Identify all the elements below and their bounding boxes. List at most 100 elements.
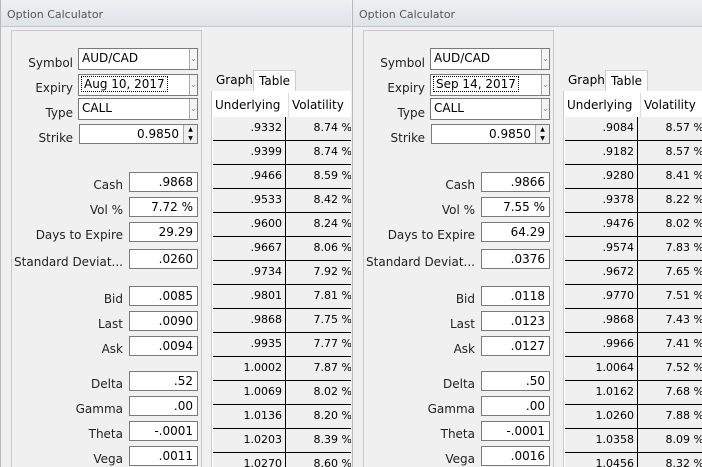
- field-value[interactable]: .00: [129, 396, 198, 416]
- table-row[interactable]: .9574 7.83 %: [565, 237, 702, 261]
- table-row[interactable]: .9868 7.75 %: [213, 309, 351, 333]
- strike-stepper[interactable]: 0.9850 ▲ ▼: [79, 124, 198, 144]
- table-row[interactable]: .9182 8.57 %: [565, 141, 702, 165]
- field-label: Vol %: [89, 203, 123, 217]
- volatility-cell: 7.88 %: [665, 409, 702, 422]
- underlying-cell: 1.0136: [213, 405, 286, 429]
- underlying-cell: 1.0064: [565, 357, 638, 381]
- tab-table[interactable]: Table: [253, 70, 297, 91]
- table-row[interactable]: .9672 7.65 %: [565, 261, 702, 285]
- type-select[interactable]: CALL ⌄: [78, 98, 198, 120]
- underlying-cell: .9574: [565, 237, 638, 261]
- expiry-select[interactable]: Sep 14, 2017 ⌄: [430, 74, 550, 96]
- volatility-cell: 8.20 %: [313, 409, 351, 422]
- field-value[interactable]: .0260: [129, 249, 198, 269]
- volatility-cell: 8.74 %: [313, 121, 351, 134]
- table-row[interactable]: .9084 8.57 %: [565, 117, 702, 141]
- field-value[interactable]: .0085: [129, 286, 198, 306]
- field-label: Bid: [103, 292, 123, 306]
- strike-stepper[interactable]: 0.9850 ▲ ▼: [431, 124, 550, 144]
- volatility-cell: 8.24 %: [313, 217, 351, 230]
- field-value[interactable]: .0376: [481, 249, 550, 269]
- field-value[interactable]: .0090: [129, 311, 198, 331]
- table-row[interactable]: .9966 7.41 %: [565, 333, 702, 357]
- option-calculator-window: Option Calculator Symbol AUD/CAD ⌄ Expiry…: [0, 0, 351, 467]
- field-value[interactable]: .0016: [481, 446, 550, 466]
- table-row[interactable]: .9466 8.59 %: [213, 165, 351, 189]
- symbol-select[interactable]: AUD/CAD ⌄: [430, 48, 550, 70]
- column-header-volatility[interactable]: Volatility: [640, 93, 702, 117]
- volatility-cell: 8.32 %: [665, 457, 702, 467]
- field-value[interactable]: .00: [481, 396, 550, 416]
- field-value[interactable]: .0127: [481, 336, 550, 356]
- table-row[interactable]: .9476 8.02 %: [565, 213, 702, 237]
- spin-arrows-icon[interactable]: ▲ ▼: [535, 125, 549, 143]
- table-row[interactable]: 1.0203 8.39 %: [213, 429, 351, 453]
- field-label: Bid: [455, 292, 475, 306]
- table-row[interactable]: 1.0260 7.88 %: [565, 405, 702, 429]
- table-row[interactable]: 1.0069 8.02 %: [213, 381, 351, 405]
- underlying-cell: 1.0260: [565, 405, 638, 429]
- volatility-cell: 7.81 %: [313, 289, 351, 302]
- type-select[interactable]: CALL ⌄: [430, 98, 550, 120]
- table-row[interactable]: .9801 7.81 %: [213, 285, 351, 309]
- underlying-cell: .9734: [213, 261, 286, 285]
- tab-graph[interactable]: Graph: [211, 70, 258, 91]
- table-row[interactable]: .9399 8.74 %: [213, 141, 351, 165]
- table-row[interactable]: .9667 8.06 %: [213, 237, 351, 261]
- field-value[interactable]: .0118: [481, 286, 550, 306]
- table-row[interactable]: 1.0162 7.68 %: [565, 381, 702, 405]
- table-row[interactable]: 1.0136 8.20 %: [213, 405, 351, 429]
- symbol-select[interactable]: AUD/CAD ⌄: [78, 48, 198, 70]
- field-value[interactable]: .0011: [129, 446, 198, 466]
- field-value[interactable]: -.0001: [481, 421, 550, 441]
- field-label: Ask: [453, 342, 475, 356]
- table-row[interactable]: .9868 7.43 %: [565, 309, 702, 333]
- field-value[interactable]: 7.55 %: [481, 197, 550, 217]
- underlying-cell: 1.0456: [565, 453, 638, 467]
- column-header-underlying[interactable]: Underlying: [564, 93, 640, 117]
- field-value[interactable]: .52: [129, 371, 198, 391]
- table-row[interactable]: .9600 8.24 %: [213, 213, 351, 237]
- tab-graph[interactable]: Graph: [563, 70, 610, 91]
- chevron-down-icon: ⌄: [541, 99, 549, 119]
- field-value[interactable]: .0094: [129, 336, 198, 356]
- underlying-cell: 1.0069: [213, 381, 286, 405]
- field-value[interactable]: 7.72 %: [129, 197, 198, 217]
- field-label: Gamma: [427, 402, 475, 416]
- table-row[interactable]: .9770 7.51 %: [565, 285, 702, 309]
- expiry-value: Aug 10, 2017: [81, 76, 168, 92]
- field-value[interactable]: .9868: [129, 172, 198, 192]
- volatility-cell: 7.41 %: [665, 337, 702, 350]
- underlying-cell: 1.0002: [213, 357, 286, 381]
- field-value[interactable]: -.0001: [129, 421, 198, 441]
- table-row[interactable]: .9734 7.92 %: [213, 261, 351, 285]
- volatility-cell: 7.77 %: [313, 337, 351, 350]
- table-row[interactable]: 1.0064 7.52 %: [565, 357, 702, 381]
- column-header-volatility[interactable]: Volatility: [288, 93, 351, 117]
- table-row[interactable]: .9935 7.77 %: [213, 333, 351, 357]
- column-header-underlying[interactable]: Underlying: [212, 93, 288, 117]
- field-value[interactable]: 29.29: [129, 222, 198, 242]
- table-row[interactable]: .9533 8.42 %: [213, 189, 351, 213]
- table-row[interactable]: 1.0270 8.60 %: [213, 453, 351, 467]
- table-row[interactable]: .9280 8.41 %: [565, 165, 702, 189]
- underlying-cell: .9600: [213, 213, 286, 237]
- volatility-cell: 7.75 %: [313, 313, 351, 326]
- field-value[interactable]: .0123: [481, 311, 550, 331]
- field-value[interactable]: 64.29: [481, 222, 550, 242]
- expiry-select[interactable]: Aug 10, 2017 ⌄: [78, 74, 198, 96]
- expiry-label: Expiry: [387, 81, 425, 95]
- table-row[interactable]: 1.0456 8.32 %: [565, 453, 702, 467]
- underlying-cell: .9770: [565, 285, 638, 309]
- table-row[interactable]: 1.0358 8.09 %: [565, 429, 702, 453]
- table-row[interactable]: 1.0002 7.87 %: [213, 357, 351, 381]
- table-row[interactable]: .9332 8.74 %: [213, 117, 351, 141]
- field-label: Standard Deviat...: [366, 255, 475, 269]
- table-row[interactable]: .9378 8.22 %: [565, 189, 702, 213]
- field-value[interactable]: .50: [481, 371, 550, 391]
- tab-table[interactable]: Table: [605, 70, 649, 91]
- field-label: Vol %: [441, 203, 475, 217]
- field-value[interactable]: .9866: [481, 172, 550, 192]
- spin-arrows-icon[interactable]: ▲ ▼: [183, 125, 197, 143]
